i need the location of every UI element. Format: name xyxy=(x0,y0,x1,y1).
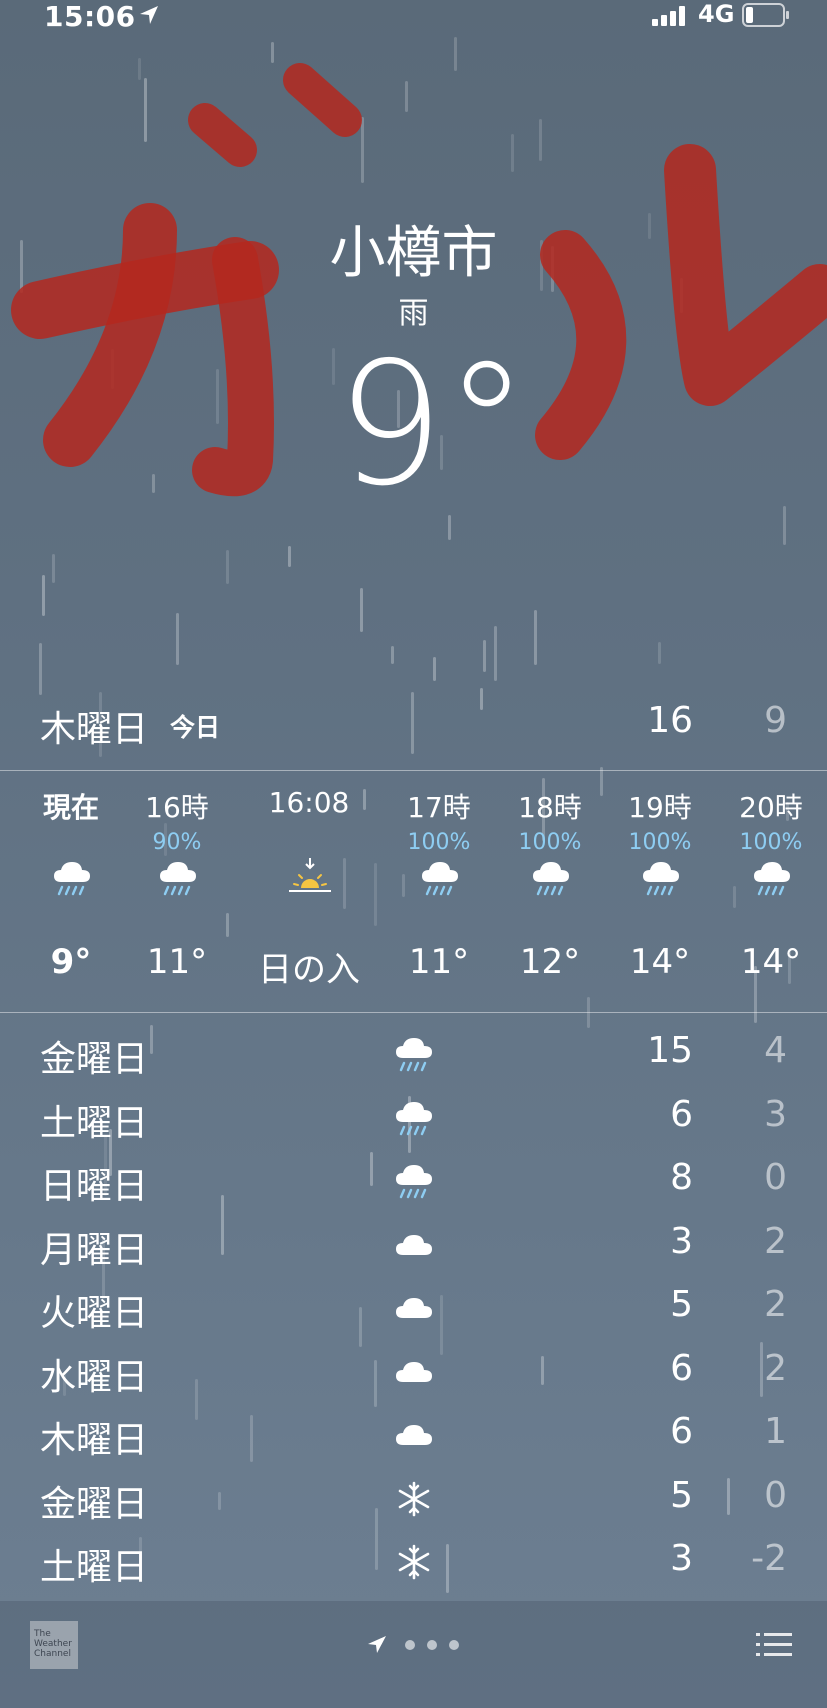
hour-label: 18時 xyxy=(518,791,582,824)
current-temperature: 9° xyxy=(336,326,530,524)
day-high: 5 xyxy=(670,1284,693,1325)
hour-column: 19時 100% 14° xyxy=(605,770,715,1010)
network-type: 4G xyxy=(698,0,735,28)
daily-row: 火曜日 5 2 xyxy=(0,1274,827,1338)
hour-column: 17時 100% 11° xyxy=(384,770,494,1010)
day-high: 8 xyxy=(670,1157,693,1198)
day-name: 金曜日 xyxy=(40,1483,149,1525)
day-name: 火曜日 xyxy=(40,1293,149,1334)
daily-row: 木曜日 6 1 xyxy=(0,1401,827,1465)
hour-column: 18時 100% 12° xyxy=(495,770,605,1010)
hour-label: 17時 xyxy=(407,791,471,824)
cloud-icon xyxy=(392,1350,436,1394)
precip-chance: 100% xyxy=(518,830,582,855)
hour-temperature: 9° xyxy=(50,942,92,982)
rain-cloud-icon xyxy=(392,1096,436,1140)
day-low: 2 xyxy=(764,1347,787,1389)
daily-row: 金曜日 15 4 xyxy=(0,1020,827,1084)
hour-label: 現在 xyxy=(42,791,99,824)
day-low: 3 xyxy=(764,1093,787,1135)
cloud-icon xyxy=(392,1223,436,1267)
hour-label: 19時 xyxy=(628,791,692,824)
day-high: 3 xyxy=(670,1538,693,1579)
today-tag: 今日 xyxy=(170,713,221,742)
hour-temperature: 14° xyxy=(629,942,691,982)
bottom-toolbar: The Weather Channel xyxy=(0,1601,827,1708)
hour-temperature: 日の入 xyxy=(258,950,360,990)
city-name: 小樽市 xyxy=(329,221,498,286)
location-arrow-icon xyxy=(368,1636,386,1653)
day-name: 水曜日 xyxy=(40,1356,149,1398)
day-low: 0 xyxy=(764,1474,787,1516)
hour-column: 16時 90% 11° xyxy=(122,770,232,1010)
day-name: 金曜日 xyxy=(40,1039,149,1080)
cloud-icon xyxy=(392,1413,436,1457)
hour-column: 20時 100% 14° xyxy=(716,770,826,1010)
day-low: 0 xyxy=(764,1157,787,1198)
day-high: 5 xyxy=(670,1474,693,1516)
battery-icon xyxy=(742,3,789,27)
day-low: 2 xyxy=(764,1220,787,1262)
day-low: 4 xyxy=(764,1030,787,1071)
day-high: 15 xyxy=(647,1030,693,1071)
day-name: 木曜日 xyxy=(40,1420,149,1461)
rain-cloud-icon xyxy=(392,1159,436,1203)
weather-channel-logo[interactable]: The Weather Channel xyxy=(30,1621,78,1669)
rain-cloud-icon xyxy=(751,856,793,900)
status-bar: 15:06 4G xyxy=(0,0,827,34)
day-low: 2 xyxy=(764,1284,787,1325)
daily-row: 金曜日 5 0 xyxy=(0,1465,827,1529)
precip-chance: 90% xyxy=(152,830,202,855)
daily-row: 水曜日 6 2 xyxy=(0,1338,827,1402)
day-high: 6 xyxy=(670,1093,693,1135)
rain-cloud-icon xyxy=(51,856,93,900)
rain-cloud-icon xyxy=(530,856,572,900)
snowflake-icon xyxy=(392,1477,436,1521)
day-low: -2 xyxy=(751,1538,787,1579)
day-name: 土曜日 xyxy=(40,1102,149,1144)
daily-row: 土曜日 3 -2 xyxy=(0,1528,827,1592)
today-high: 16 xyxy=(647,700,693,741)
rain-cloud-icon xyxy=(157,856,199,900)
daily-row: 月曜日 3 2 xyxy=(0,1211,827,1275)
today-summary: 木曜日 今日 16 9 xyxy=(0,690,827,754)
hour-temperature: 14° xyxy=(740,942,802,982)
status-time: 15:06 xyxy=(44,0,136,33)
sunset-icon xyxy=(289,856,331,900)
daily-row: 土曜日 6 3 xyxy=(0,1084,827,1148)
signal-bars-icon xyxy=(652,6,685,26)
page-indicator[interactable] xyxy=(366,1633,466,1657)
hour-label: 20時 xyxy=(739,791,803,824)
city-list-icon[interactable] xyxy=(756,1631,792,1659)
precip-chance: 100% xyxy=(407,830,471,855)
day-name: 土曜日 xyxy=(40,1547,149,1588)
daily-row: 日曜日 8 0 xyxy=(0,1147,827,1211)
cloud-icon xyxy=(392,1286,436,1330)
precip-chance: 100% xyxy=(739,830,803,855)
rain-cloud-icon xyxy=(392,1032,436,1076)
hourly-forecast[interactable]: 現在 9° 16時 90% 11° 16:08 日の入 17時 100% 11° 18時 100% 12… xyxy=(0,770,827,1010)
hour-column: 現在 9° xyxy=(16,770,126,1010)
divider xyxy=(0,1012,827,1013)
day-high: 6 xyxy=(670,1411,693,1452)
hour-temperature: 11° xyxy=(146,942,208,982)
hour-temperature: 12° xyxy=(519,942,581,982)
precip-chance: 100% xyxy=(628,830,692,855)
location-arrow-icon xyxy=(140,6,158,24)
rain-cloud-icon xyxy=(640,856,682,900)
today-low: 9 xyxy=(764,700,787,741)
hour-label: 16時 xyxy=(145,791,209,824)
hour-temperature: 11° xyxy=(408,942,470,982)
day-high: 3 xyxy=(670,1220,693,1262)
day-name: 日曜日 xyxy=(40,1166,149,1207)
rain-cloud-icon xyxy=(419,856,461,900)
day-name: 月曜日 xyxy=(40,1229,149,1271)
hour-label: 16:08 xyxy=(268,786,350,819)
day-low: 1 xyxy=(764,1411,787,1452)
snowflake-icon xyxy=(392,1540,436,1584)
day-high: 6 xyxy=(670,1347,693,1389)
hour-column: 16:08 日の入 xyxy=(254,770,364,1010)
today-day: 木曜日 xyxy=(40,709,149,750)
